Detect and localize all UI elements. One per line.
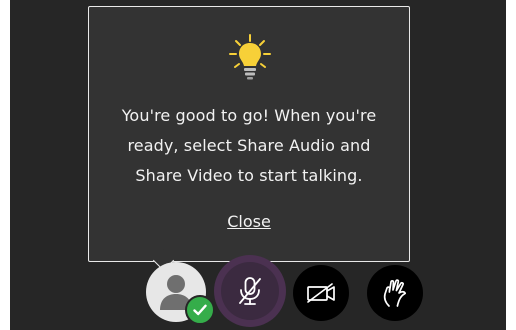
- raise-hand-button[interactable]: [367, 265, 423, 321]
- tooltip-message: You're good to go! When you're ready, se…: [121, 106, 377, 185]
- microphone-muted-icon: [239, 277, 261, 305]
- check-icon: [193, 304, 207, 316]
- audio-video-ready-tooltip: You're good to go! When you're ready, se…: [88, 6, 410, 262]
- share-audio-button[interactable]: [221, 262, 279, 320]
- camera-off-icon: [307, 283, 335, 303]
- raise-hand-icon: [383, 279, 407, 307]
- session-stage: You're good to go! When you're ready, se…: [0, 0, 516, 330]
- session-controls: [10, 255, 506, 330]
- status-check-badge: [185, 295, 215, 325]
- lightbulb-icon: [229, 34, 271, 80]
- close-link[interactable]: Close: [89, 207, 409, 237]
- share-video-button[interactable]: [293, 265, 349, 321]
